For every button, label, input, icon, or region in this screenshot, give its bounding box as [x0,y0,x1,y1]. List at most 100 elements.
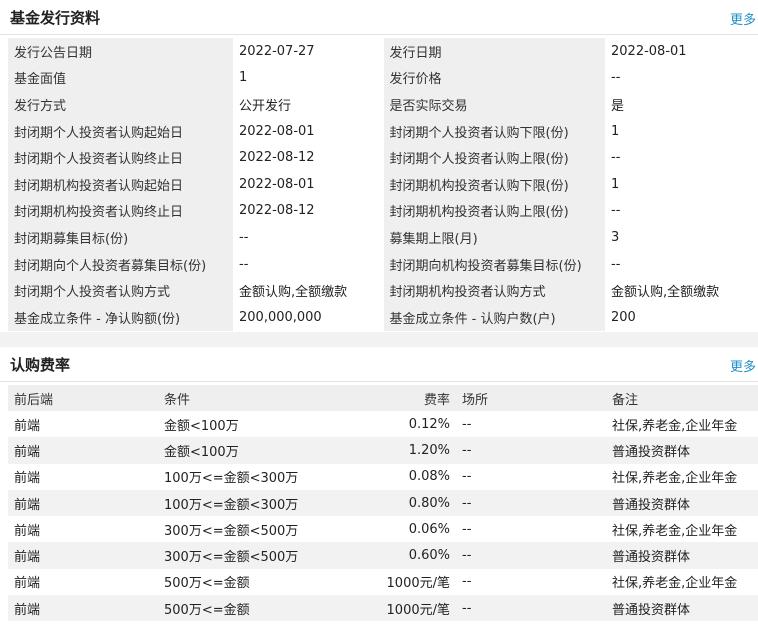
issuance-row: 封闭期向个人投资者募集目标(份) -- 封闭期向机构投资者募集目标(份) -- [8,250,758,278]
col-condition: 条件 [158,385,308,411]
issuance-value: -- [605,144,758,171]
issuance-value: -- [605,64,758,92]
fee-stage: 前端 [8,437,158,464]
fees-header-row: 前后端 条件 费率 场所 备注 [8,385,758,411]
issuance-row: 发行方式 公开发行 是否实际交易是 [8,91,758,118]
fee-stage: 前端 [8,411,158,438]
fee-rate: 0.12% [308,411,456,438]
issuance-value: 2022-08-01 [233,117,383,145]
issuance-label: 发行价格 [382,64,605,92]
issuance-value: 1 [605,170,758,198]
issuance-label: 封闭期机构投资者认购起始日 [8,170,233,198]
issuance-row: 发行公告日期 2022-07-27 发行日期 2022-08-01 [8,38,758,65]
fee-venue: -- [456,595,606,622]
fee-venue: -- [456,542,606,569]
issuance-label: 基金成立条件 - 认购户数(户) [382,303,605,331]
fee-stage: 前端 [8,489,158,517]
fee-rate: 0.08% [308,463,456,490]
fee-condition: 金额<100万 [158,437,308,464]
fee-venue: -- [456,411,606,438]
fee-note: 普通投资群体 [606,595,758,622]
fee-venue: -- [456,568,606,596]
issuance-label: 封闭期机构投资者认购方式 [382,277,605,304]
issuance-value: 2022-08-12 [233,197,383,225]
issuance-value: 2022-08-01 [605,38,758,65]
issuance-label: 募集期上限(月) [382,224,605,251]
issuance-label: 封闭期个人投资者认购起始日 [8,117,233,145]
fee-stage: 前端 [8,516,158,543]
fee-venue: -- [456,437,606,464]
issuance-row: 基金面值 1 发行价格 -- [8,64,758,92]
issuance-label: 基金面值 [8,64,233,92]
fee-condition: 500万<=金额 [158,595,308,622]
fee-note: 普通投资群体 [606,437,758,464]
issuance-value: 公开发行 [233,91,383,118]
issuance-value: -- [233,224,383,251]
issuance-value: -- [605,197,758,225]
issuance-value: 2022-07-27 [233,38,383,65]
issuance-value: -- [605,250,758,278]
issuance-value: 2022-08-12 [233,144,383,171]
issuance-title: 基金发行资料 [10,9,101,27]
issuance-label: 封闭期向个人投资者募集目标(份) [8,250,233,278]
col-note: 备注 [606,385,758,411]
issuance-value: -- [233,250,383,278]
issuance-label: 基金成立条件 - 净认购额(份) [8,303,233,331]
issuance-row: 封闭期机构投资者认购起始日 2022-08-01 封闭期机构投资者认购下限(份) 1 [8,170,758,198]
fee-stage: 前端 [8,542,158,569]
fee-row: 前端 100万<=金额<300万 0.80% -- 普通投资群体 [8,489,758,517]
col-stage: 前后端 [8,385,158,411]
fee-rate: 1000元/笔 [308,595,456,622]
issuance-row: 封闭期个人投资者认购起始日 2022-08-01 封闭期个人投资者认购下限(份) 1 [8,117,758,145]
fee-rate: 1.20% [308,437,456,464]
fee-rate: 0.80% [308,489,456,517]
issuance-value: 金额认购,全额缴款 [233,277,383,304]
issuance-row: 封闭期机构投资者认购终止日 2022-08-12 封闭期机构投资者认购上限(份) -- [8,197,758,225]
issuance-label: 发行日期 [382,38,605,65]
issuance-label: 封闭期个人投资者认购上限(份) [382,144,605,171]
fee-venue: -- [456,489,606,517]
issuance-value: 1 [233,64,383,92]
issuance-value: 200,000,000 [233,303,383,331]
fee-row: 前端 金额<100万 1.20% -- 普通投资群体 [8,437,758,464]
fee-row: 前端 金额<100万 0.12% -- 社保,养老金,企业年金 [8,411,758,438]
issuance-panel: 基金发行资料 更多 发行公告日期 2022-07-27 发行日期 2022-08-01… [0,0,758,332]
issuance-row: 封闭期个人投资者认购方式 金额认购,全额缴款 封闭期机构投资者认购方式 金额认购,全额… [8,277,758,304]
issuance-table: 发行公告日期 2022-07-27 发行日期 2022-08-01 基金面值 1 发行价格 -… [8,38,758,331]
fee-note: 社保,养老金,企业年金 [606,411,758,438]
col-venue: 场所 [456,385,606,411]
fee-stage: 前端 [8,568,158,596]
issuance-value: 1 [605,117,758,145]
issuance-value: 2022-08-01 [233,170,383,198]
fee-condition: 300万<=金额<500万 [158,542,308,569]
issuance-label: 封闭期募集目标(份) [8,224,233,251]
fees-title: 认购费率 [10,356,71,374]
fee-condition: 100万<=金额<300万 [158,489,308,517]
issuance-label: 发行公告日期 [8,38,233,65]
issuance-header: 基金发行资料 更多 [0,0,758,35]
issuance-label: 封闭期个人投资者认购方式 [8,277,233,304]
section-divider [0,332,758,347]
issuance-more-link[interactable]: 更多 [730,9,756,28]
issuance-value: 200 [605,303,758,331]
fee-note: 普通投资群体 [606,542,758,569]
fee-note: 社保,养老金,企业年金 [606,568,758,596]
fee-condition: 500万<=金额 [158,568,308,596]
col-rate: 费率 [308,385,456,411]
fee-rate: 1000元/笔 [308,568,456,596]
fee-row: 前端 500万<=金额 1000元/笔 -- 社保,养老金,企业年金 [8,568,758,596]
fee-row: 前端 500万<=金额 1000元/笔 -- 普通投资群体 [8,595,758,622]
fee-note: 社保,养老金,企业年金 [606,463,758,490]
fee-row: 前端 300万<=金额<500万 0.06% -- 社保,养老金,企业年金 [8,516,758,543]
fee-row: 前端 100万<=金额<300万 0.08% -- 社保,养老金,企业年金 [8,463,758,490]
fee-row: 前端 300万<=金额<500万 0.60% -- 普通投资群体 [8,542,758,569]
issuance-value: 是 [605,91,758,118]
fees-more-link[interactable]: 更多 [730,356,756,375]
issuance-label: 封闭期机构投资者认购下限(份) [382,170,605,198]
issuance-label: 是否实际交易 [382,91,605,118]
fees-header: 认购费率 更多 [0,347,758,382]
fee-venue: -- [456,463,606,490]
fee-condition: 300万<=金额<500万 [158,516,308,543]
issuance-row: 基金成立条件 - 净认购额(份) 200,000,000 基金成立条件 - 认购户数… [8,303,758,331]
issuance-row: 封闭期个人投资者认购终止日 2022-08-12 封闭期个人投资者认购上限(份) -- [8,144,758,171]
